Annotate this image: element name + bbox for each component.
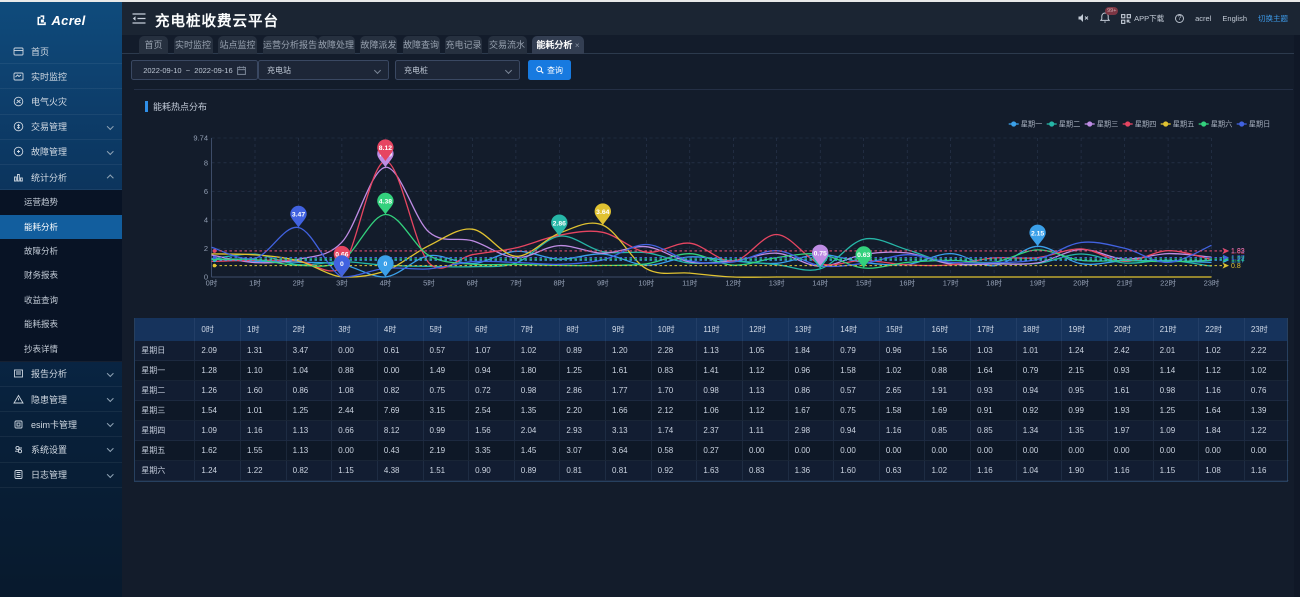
svg-text:1.37: 1.37	[1231, 255, 1245, 262]
svg-text:1时: 1时	[249, 278, 261, 288]
svg-text:6时: 6时	[467, 278, 479, 288]
svg-text:22时: 22时	[1160, 278, 1176, 288]
svg-text:16时: 16时	[899, 278, 915, 288]
svg-text:0.75: 0.75	[814, 250, 827, 257]
svg-text:0.63: 0.63	[857, 252, 870, 259]
svg-text:0: 0	[340, 261, 344, 268]
svg-text:8: 8	[204, 158, 208, 167]
svg-text:星期五: 星期五	[1173, 120, 1195, 129]
svg-text:7时: 7时	[510, 278, 522, 288]
svg-text:星期四: 星期四	[1135, 120, 1157, 129]
svg-text:3时: 3时	[336, 278, 348, 288]
svg-text:星期六: 星期六	[1211, 120, 1233, 129]
svg-text:10时: 10时	[638, 278, 654, 288]
svg-text:星期日: 星期日	[1249, 120, 1271, 129]
svg-text:0时: 0时	[206, 278, 218, 288]
svg-text:17时: 17时	[943, 278, 959, 288]
svg-text:11时: 11时	[682, 278, 698, 288]
svg-text:8.12: 8.12	[379, 145, 392, 152]
svg-text:4.38: 4.38	[379, 199, 392, 206]
svg-text:4: 4	[204, 215, 208, 224]
svg-text:2时: 2时	[293, 278, 305, 288]
svg-text:2.86: 2.86	[553, 220, 566, 227]
svg-text:5时: 5时	[423, 278, 435, 288]
svg-text:星期一: 星期一	[1021, 120, 1043, 129]
svg-text:20时: 20时	[1073, 278, 1089, 288]
svg-text:3.47: 3.47	[292, 212, 305, 219]
svg-text:3.64: 3.64	[596, 209, 609, 216]
svg-text:星期三: 星期三	[1097, 120, 1119, 129]
svg-text:星期二: 星期二	[1059, 120, 1081, 129]
svg-text:2.15: 2.15	[1031, 230, 1044, 237]
svg-text:23时: 23时	[1204, 278, 1220, 288]
svg-text:9时: 9时	[597, 278, 609, 288]
svg-text:12时: 12时	[725, 278, 741, 288]
svg-text:13时: 13时	[769, 278, 785, 288]
svg-text:15时: 15时	[856, 278, 872, 288]
svg-text:19时: 19时	[1030, 278, 1046, 288]
svg-text:8时: 8时	[553, 278, 565, 288]
svg-text:9.74: 9.74	[193, 134, 208, 143]
svg-text:0: 0	[384, 261, 388, 268]
svg-text:2: 2	[204, 244, 208, 253]
svg-text:6: 6	[204, 187, 208, 196]
svg-text:4时: 4时	[380, 278, 392, 288]
svg-text:21时: 21时	[1117, 278, 1133, 288]
svg-text:18时: 18时	[986, 278, 1002, 288]
svg-text:14时: 14时	[812, 278, 828, 288]
svg-text:0.8: 0.8	[1231, 263, 1241, 270]
